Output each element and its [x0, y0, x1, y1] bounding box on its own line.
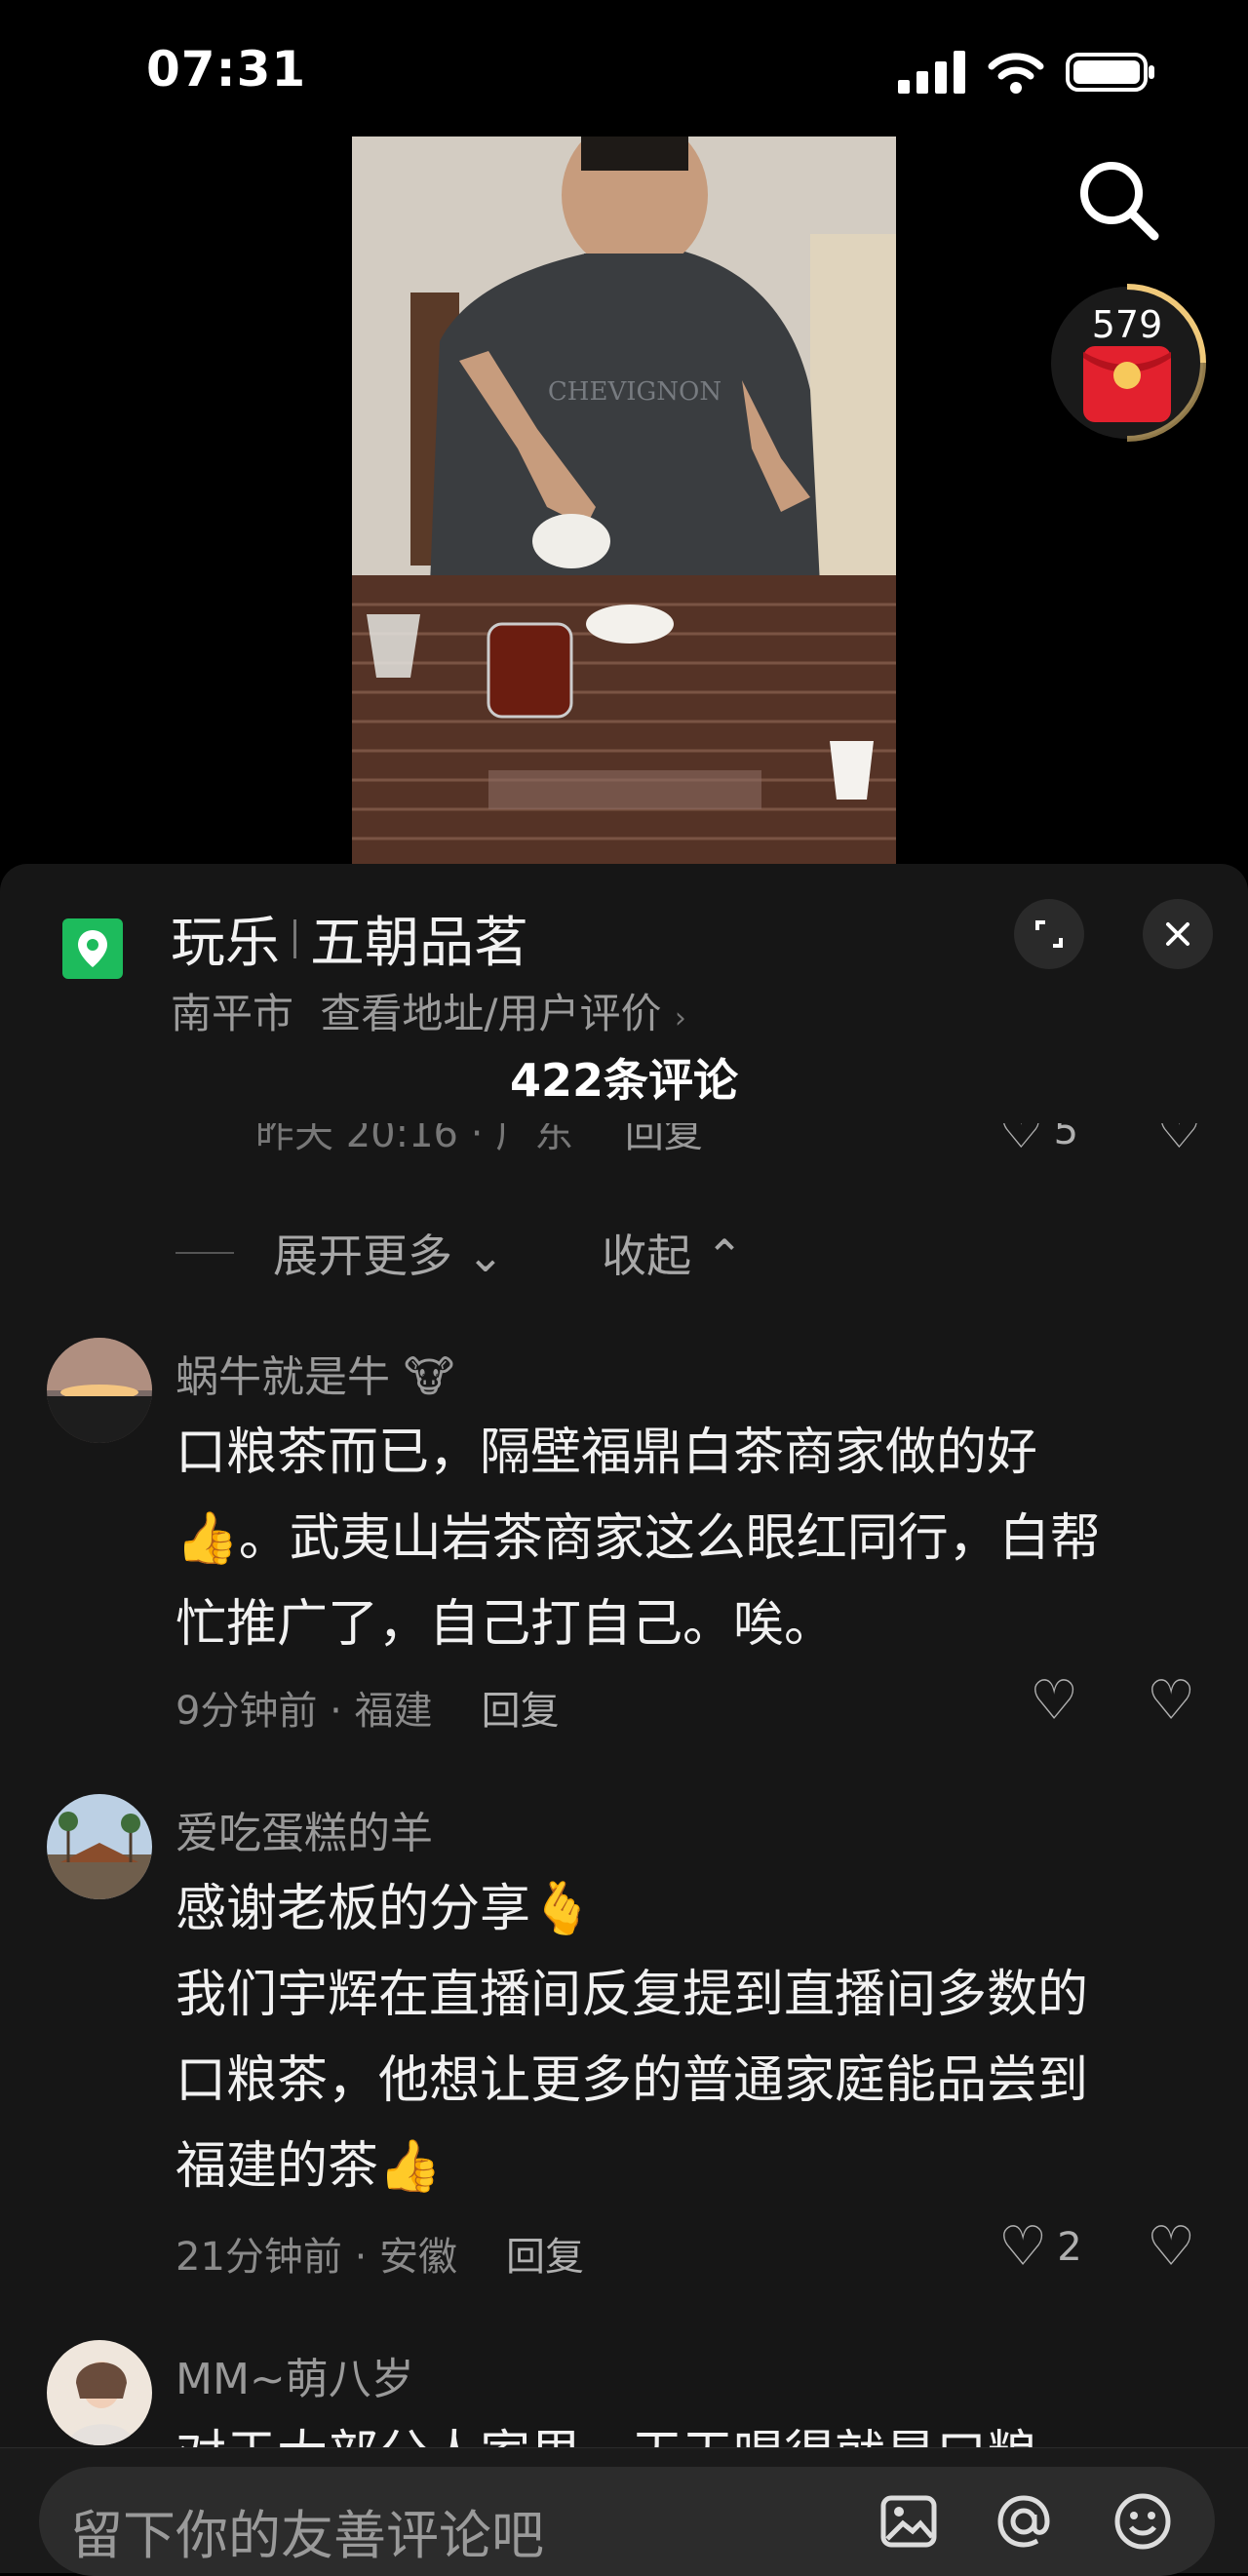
heart-icon: ♡ — [998, 2215, 1048, 2279]
poi-city: 南平市 — [171, 990, 294, 1037]
thread-line — [176, 1252, 234, 1254]
heart-icon: ♡ — [1030, 1669, 1079, 1733]
at-icon[interactable] — [993, 2490, 1055, 2553]
poi-link[interactable]: 查看地址/用户评价 — [320, 990, 661, 1037]
avatar[interactable] — [47, 1338, 152, 1443]
video-player[interactable]: CHEVIGNON — [352, 137, 896, 864]
comment-count: 422条评论 — [509, 1054, 739, 1107]
partial-reply[interactable]: 回复 — [625, 1123, 703, 1156]
expand-more-button[interactable]: 展开更多 ⌄ — [273, 1221, 504, 1285]
poi-category: 玩乐 — [171, 912, 280, 975]
comment-text: 感谢老板的分享🫰 我们宇辉在直播间反复提到直播间多数的 口粮茶，他想让更多的普通… — [176, 1866, 1199, 2209]
comment-line: 口粮茶而已，隔壁福鼎白茶商家做的好 — [176, 1424, 1038, 1482]
chevron-up-icon: ⌃ — [705, 1229, 744, 1282]
comment-line: 感谢老板的分享🫰 — [176, 1880, 594, 1938]
cow-emoji-icon: 🐮 — [404, 1352, 455, 1402]
video-frame: CHEVIGNON — [352, 137, 896, 864]
battery-icon — [1066, 53, 1154, 92]
wifi-icon — [988, 53, 1044, 94]
comment-meta: 21分钟前 · 安徽 回复 — [176, 2225, 584, 2282]
dislike-button[interactable]: ♡ — [1147, 1669, 1195, 1733]
location-pin-icon — [62, 918, 123, 979]
thread-controls: 展开更多 ⌄ 收起 ⌃ — [176, 1221, 743, 1285]
partial-comment-meta: 昨天 20:16 · 广东 回复 — [255, 1123, 938, 1158]
status-icons — [898, 51, 1155, 94]
red-packet-coin[interactable]: 579 — [1049, 280, 1215, 446]
comment-username[interactable]: 爱吃蛋糕的羊 — [176, 1798, 433, 1860]
poi-title[interactable]: 玩乐 五朝品茗 — [171, 899, 528, 978]
like-count: 2 — [1057, 2224, 1082, 2270]
comment-input-placeholder: 留下你的友善评论吧 — [70, 2505, 544, 2566]
partial-actions: ♡ 5 ♡ — [998, 1123, 1203, 1158]
collapse-label: 收起 — [602, 1229, 692, 1282]
close-button[interactable] — [1143, 899, 1213, 969]
like-button[interactable]: ♡ — [1030, 1669, 1078, 1733]
comment-line: 口粮茶，他想让更多的普通家庭能品尝到 — [176, 2051, 1089, 2110]
chevron-right-icon: › — [674, 1001, 686, 1035]
expand-icon — [1035, 920, 1063, 948]
poi-divider — [293, 918, 296, 958]
comment-line: 对于大部分人家里，天天喝得就是口粮 — [176, 2412, 1199, 2447]
image-icon[interactable] — [879, 2494, 938, 2549]
broken-heart-icon: ♡ — [1147, 1669, 1196, 1733]
comment-username[interactable]: MM~萌八岁 — [176, 2344, 414, 2406]
avatar[interactable] — [47, 1794, 152, 1899]
like-button[interactable]: ♡ 2 — [998, 2215, 1082, 2279]
heart-icon: ♡ — [998, 1123, 1044, 1158]
reply-button[interactable]: 回复 — [482, 1679, 560, 1736]
emoji-icon[interactable] — [1112, 2490, 1174, 2553]
status-time: 07:31 — [146, 41, 307, 98]
dislike-button[interactable]: ♡ — [1147, 2215, 1195, 2279]
expand-more-label: 展开更多 — [273, 1229, 452, 1282]
comment-line: 我们宇辉在直播间反复提到直播间多数的 — [176, 1966, 1089, 2024]
comment-meta: 9分钟前 · 福建 回复 — [176, 1679, 560, 1736]
broken-heart-icon: ♡ — [1147, 2215, 1196, 2279]
coin-count: 579 — [1091, 303, 1163, 346]
comment-username[interactable]: 蜗牛就是牛 🐮 — [176, 1342, 454, 1404]
comment-text: 口粮茶而已，隔壁福鼎白茶商家做的好 👍。武夷山岩茶商家这么眼红同行，白帮 忙推广… — [176, 1410, 1199, 1667]
reply-button[interactable]: 回复 — [506, 2225, 584, 2282]
partial-time: 昨天 20:16 · 广东 — [255, 1123, 574, 1156]
chevron-down-icon: ⌄ — [466, 1229, 505, 1282]
search-icon[interactable] — [1074, 156, 1162, 244]
avatar[interactable] — [47, 2340, 152, 2445]
poi-name: 五朝品茗 — [310, 912, 528, 975]
comment-line: 福建的茶👍 — [176, 2137, 442, 2196]
comment-text: 对于大部分人家里，天天喝得就是口粮 — [176, 2412, 1199, 2447]
collapse-button[interactable]: 收起 ⌃ — [602, 1221, 743, 1285]
broken-heart-icon[interactable]: ♡ — [1156, 1123, 1202, 1158]
partial-like[interactable]: ♡ 5 — [998, 1123, 1078, 1158]
poi-subtitle[interactable]: 南平市 查看地址/用户评价 › — [171, 981, 686, 1040]
comment-time: 21分钟前 · 安徽 — [176, 2235, 458, 2280]
svg-text:CHEVIGNON: CHEVIGNON — [548, 377, 722, 407]
expand-button[interactable] — [1014, 899, 1084, 969]
comment-line: 忙推广了，自己打自己。唉。 — [176, 1595, 836, 1654]
close-icon — [1166, 922, 1190, 946]
comment-time: 9分钟前 · 福建 — [176, 1689, 433, 1734]
partial-like-count: 5 — [1053, 1123, 1079, 1153]
comment-line: 👍。武夷山岩茶商家这么眼红同行，白帮 — [176, 1509, 1101, 1568]
signal-icon — [898, 51, 965, 94]
